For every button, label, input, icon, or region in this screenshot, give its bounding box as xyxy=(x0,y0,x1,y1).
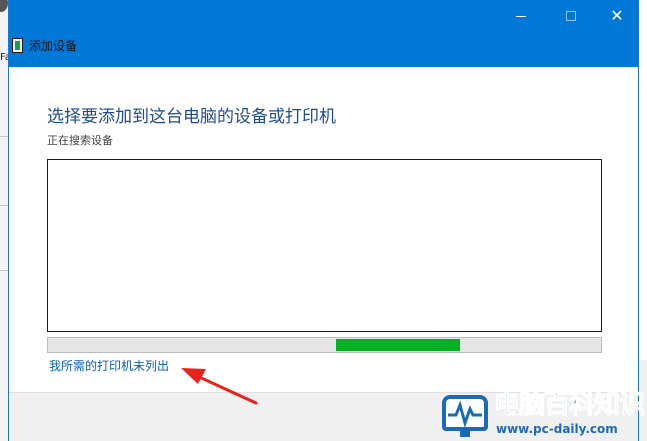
pulse-icon xyxy=(448,400,482,428)
maximize-button xyxy=(548,0,594,32)
minimize-button[interactable] xyxy=(498,0,544,32)
window-title: 添加设备 xyxy=(29,39,78,53)
divider xyxy=(0,205,8,206)
divider xyxy=(0,270,8,271)
search-status-text: 正在搜索设备 xyxy=(47,134,113,147)
watermark-title: 电脑百科知识 xyxy=(493,390,645,421)
desktop-text-fragment: Fa xyxy=(0,52,8,63)
divider xyxy=(0,136,8,137)
device-list[interactable] xyxy=(47,159,602,332)
search-progress-bar xyxy=(47,337,602,353)
close-icon: ✕ xyxy=(610,6,624,25)
minimize-icon xyxy=(516,15,526,17)
printer-not-listed-link[interactable]: 我所需的打印机未列出 xyxy=(49,358,169,374)
page-title: 选择要添加到这台电脑的设备或打印机 xyxy=(47,107,336,127)
desktop-background-left: Fa xyxy=(0,0,8,441)
watermark: 电脑百科知识 www.pc-daily.com xyxy=(442,385,647,441)
progress-indicator xyxy=(336,339,460,351)
desktop-icon-fragment xyxy=(0,0,8,12)
title-bar[interactable]: 添加设备 ✕ xyxy=(9,0,638,67)
add-device-dialog: 添加设备 ✕ 选择要添加到这台电脑的设备或打印机 正在搜索设备 我所需的打印机未… xyxy=(8,0,639,441)
watermark-url: www.pc-daily.com xyxy=(496,422,618,436)
maximize-icon xyxy=(566,11,576,21)
add-device-app-icon xyxy=(12,38,23,53)
close-button[interactable]: ✕ xyxy=(594,0,640,32)
monitor-logo-icon xyxy=(442,395,488,437)
